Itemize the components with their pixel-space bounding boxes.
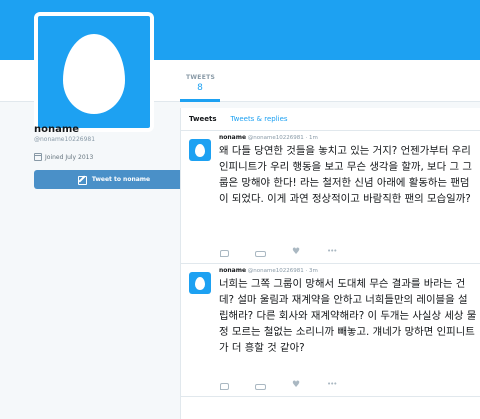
active-stat-indicator — [180, 99, 220, 102]
tweet-item[interactable]: noname @noname10226981 · 1m 왜 다들 당연한 것들을… — [181, 131, 480, 264]
tweet-avatar[interactable] — [189, 272, 211, 294]
reply-icon[interactable] — [219, 382, 229, 390]
default-egg-icon — [195, 276, 205, 290]
stat-tweets-label: TWEETS — [186, 74, 216, 81]
tweet-text: 너희는 그쪽 그룹이 망해서 도대체 무슨 결과를 바라는 건데? 설마 울림과… — [219, 278, 477, 354]
tweet-actions — [219, 245, 337, 258]
tab-tweets-and-replies[interactable]: Tweets & replies — [230, 115, 287, 123]
stat-tweets[interactable]: TWEETS 8 — [186, 74, 216, 93]
tweet-author-handle[interactable]: @noname10226981 · 1m — [248, 135, 318, 141]
tweet-item[interactable]: noname @noname10226981 · 3m 너희는 그쪽 그룹이 망… — [181, 264, 480, 397]
profile-handle[interactable]: @noname10226981 — [34, 136, 95, 143]
joined-date: Joined July 2013 — [34, 153, 93, 161]
profile-avatar[interactable] — [34, 12, 154, 132]
default-egg-icon — [63, 34, 125, 114]
tweet-text: 왜 다들 당연한 것들을 놓치고 있는 거지? 언젠가부터 우리 인피니트가 우… — [219, 145, 472, 205]
tweet-author-name[interactable]: noname — [219, 267, 246, 274]
timeline: Tweets Tweets & replies noname @noname10… — [180, 108, 480, 419]
more-icon[interactable] — [327, 378, 337, 390]
calendar-icon — [34, 153, 42, 161]
retweet-icon[interactable] — [255, 382, 266, 390]
like-icon[interactable] — [291, 379, 301, 391]
tweet-to-label: Tweet to noname — [91, 176, 151, 183]
tweet-to-button[interactable]: Tweet to noname — [34, 170, 194, 189]
retweet-icon[interactable] — [255, 249, 266, 257]
stat-tweets-value: 8 — [197, 83, 203, 93]
timeline-tabs: Tweets Tweets & replies — [181, 108, 480, 131]
tweet-header: noname @noname10226981 · 3m — [219, 267, 318, 274]
tab-tweets[interactable]: Tweets — [189, 115, 216, 123]
tweet-actions — [219, 378, 337, 391]
reply-icon[interactable] — [219, 249, 229, 257]
tweet-author-name[interactable]: noname — [219, 134, 246, 141]
like-icon[interactable] — [291, 246, 301, 258]
compose-icon — [77, 175, 87, 185]
tweet-author-handle[interactable]: @noname10226981 · 3m — [248, 268, 318, 274]
tweet-header: noname @noname10226981 · 1m — [219, 134, 318, 141]
tweet-avatar[interactable] — [189, 139, 211, 161]
joined-text: Joined July 2013 — [45, 153, 94, 161]
more-icon[interactable] — [327, 245, 337, 257]
default-egg-icon — [195, 143, 205, 157]
profile-name[interactable]: noname — [34, 124, 79, 135]
